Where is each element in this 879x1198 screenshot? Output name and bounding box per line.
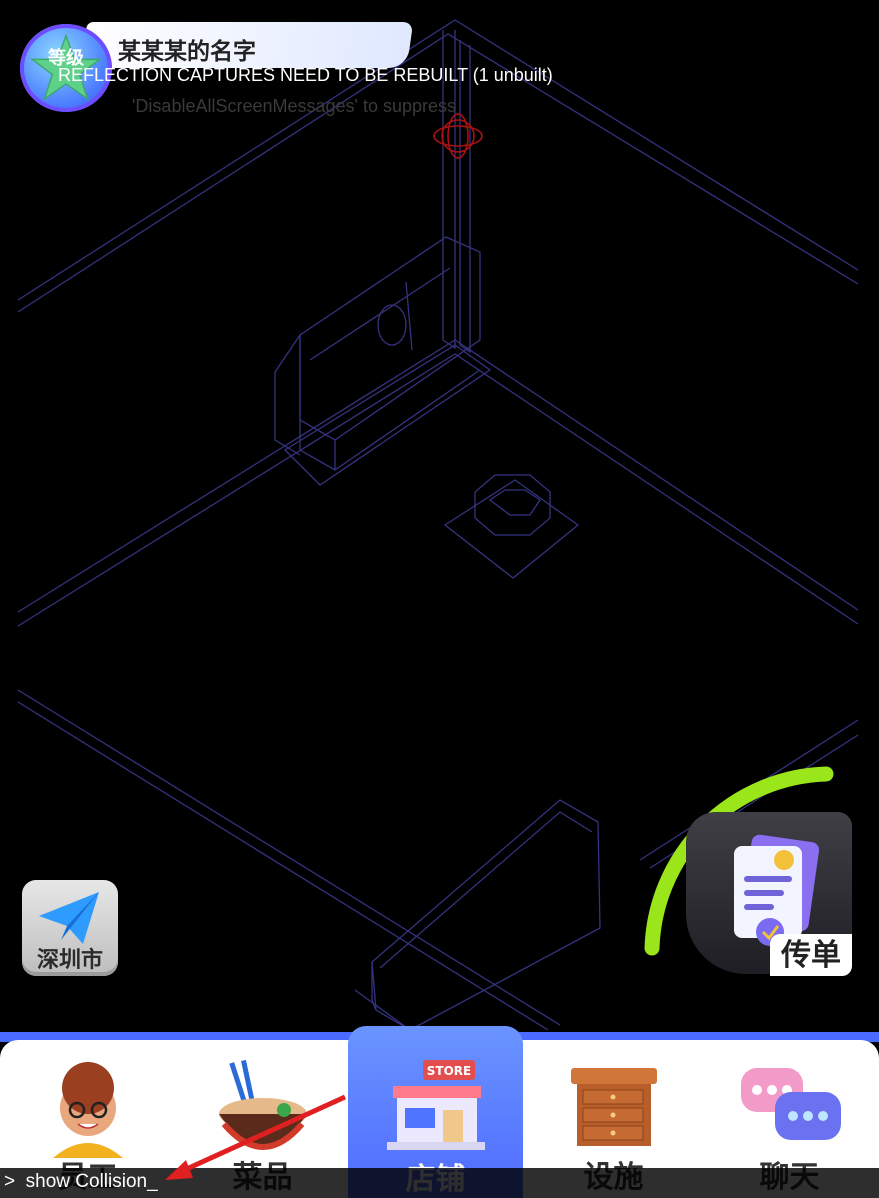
- svg-text:STORE: STORE: [426, 1064, 470, 1078]
- store-icon: STORE: [386, 1060, 485, 1150]
- noodle-bowl-icon: [218, 1059, 307, 1150]
- chat-bubbles-icon: [740, 1068, 841, 1140]
- city-button[interactable]: 深圳市: [22, 880, 118, 976]
- player-name: 某某某的名字: [118, 39, 256, 65]
- city-label: 深圳市: [36, 948, 103, 973]
- debug-hint-text: 'DisableAllScreenMessages' to suppress: [132, 96, 457, 116]
- console-command-text[interactable]: > show Collision_: [4, 1171, 158, 1193]
- flyer-label: 传单: [770, 934, 852, 976]
- cabinet-icon: [570, 1068, 657, 1146]
- wireframe-scene: [17, 19, 859, 1031]
- paper-plane-icon: [39, 892, 99, 944]
- debug-warning-text: REFLECTION CAPTURES NEED TO BE REBUILT (…: [58, 65, 553, 85]
- employee-avatar-icon: [52, 1062, 123, 1158]
- debug-console[interactable]: > show Collision_: [0, 1168, 879, 1198]
